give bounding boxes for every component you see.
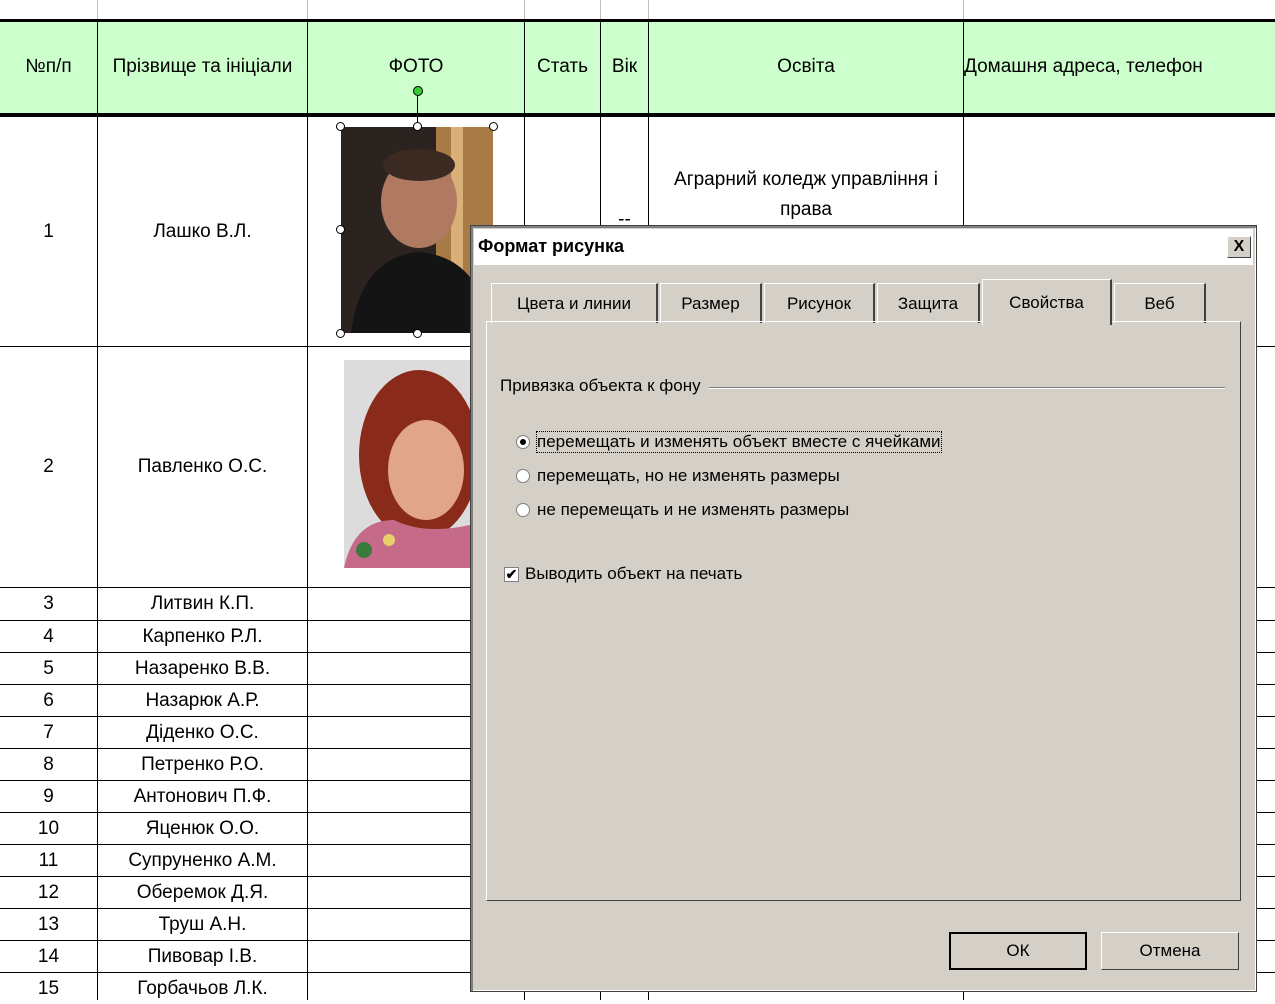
resize-handle[interactable]: [336, 225, 345, 234]
resize-handle[interactable]: [489, 122, 498, 131]
header-age[interactable]: Вік: [601, 20, 648, 114]
cell-num[interactable]: 12: [0, 877, 97, 908]
cell-name[interactable]: Павленко О.С.: [98, 347, 307, 587]
cell-num[interactable]: 15: [0, 973, 97, 1004]
tab-protection[interactable]: Защита: [877, 283, 980, 323]
radio-button[interactable]: [516, 469, 530, 483]
header-num[interactable]: №п/п: [0, 20, 97, 114]
resize-handle[interactable]: [336, 329, 345, 338]
cell-name[interactable]: Пивовар І.В.: [98, 941, 307, 972]
cell-name[interactable]: Литвин К.П.: [98, 588, 307, 620]
radio-button-selected[interactable]: [516, 435, 530, 449]
dialog-titlebar[interactable]: Формат рисунка X: [474, 229, 1253, 265]
resize-handle[interactable]: [413, 122, 422, 131]
header-photo[interactable]: ФОТО: [308, 20, 524, 114]
cell-name[interactable]: Горбачьов Л.К.: [98, 973, 307, 1004]
cell-name[interactable]: Оберемок Д.Я.: [98, 877, 307, 908]
header-name[interactable]: Прізвище та ініціали: [98, 20, 307, 114]
cell-name[interactable]: Супруненко А.М.: [98, 845, 307, 876]
cell-name[interactable]: Карпенко Р.Л.: [98, 621, 307, 652]
radio-label: не перемещать и не изменять размеры: [537, 500, 850, 519]
cell-num[interactable]: 5: [0, 653, 97, 684]
dialog-title: Формат рисунка: [478, 236, 624, 256]
cell-num[interactable]: 7: [0, 717, 97, 748]
cell-num[interactable]: 2: [0, 347, 97, 587]
header-address[interactable]: Домашня адреса, телефон: [964, 20, 1275, 114]
rotate-handle[interactable]: [413, 86, 423, 96]
tab-web[interactable]: Веб: [1114, 283, 1206, 323]
cell-num[interactable]: 8: [0, 749, 97, 780]
header-sex[interactable]: Стать: [525, 20, 600, 114]
header-education[interactable]: Освіта: [649, 20, 963, 114]
cancel-button[interactable]: Отмена: [1101, 932, 1239, 970]
cell-name[interactable]: Антонович П.Ф.: [98, 781, 307, 812]
cell-name[interactable]: Назаренко В.В.: [98, 653, 307, 684]
cell-num[interactable]: 6: [0, 685, 97, 716]
check-icon: ✔: [505, 565, 518, 582]
cell-name[interactable]: Петренко Р.О.: [98, 749, 307, 780]
close-icon: X: [1233, 238, 1245, 255]
tab-panel: [486, 321, 1241, 901]
radio-button[interactable]: [516, 503, 530, 517]
cell-num[interactable]: 11: [0, 845, 97, 876]
radio-label: перемещать и изменять объект вместе с яч…: [536, 431, 942, 453]
cell-num[interactable]: 14: [0, 941, 97, 972]
radio-move-and-size[interactable]: перемещать и изменять объект вместе с яч…: [516, 431, 942, 453]
cell-name[interactable]: Труш А.Н.: [98, 909, 307, 940]
radio-label: перемещать, но не изменять размеры: [537, 466, 840, 485]
format-picture-dialog: Формат рисунка X Цвета и линии Размер Ри…: [470, 225, 1257, 992]
radio-no-move-no-size[interactable]: не перемещать и не изменять размеры: [516, 500, 849, 520]
cell-num[interactable]: 1: [0, 117, 97, 346]
radio-move-no-size[interactable]: перемещать, но не изменять размеры: [516, 466, 840, 486]
cell-num[interactable]: 3: [0, 588, 97, 620]
tab-colors-lines[interactable]: Цвета и линии: [491, 283, 658, 323]
cell-num[interactable]: 13: [0, 909, 97, 940]
checkbox-label: Выводить объект на печать: [525, 564, 743, 583]
cell-name[interactable]: Діденко О.С.: [98, 717, 307, 748]
print-object-checkbox-row[interactable]: ✔ Выводить объект на печать: [504, 564, 742, 584]
cell-num[interactable]: 10: [0, 813, 97, 844]
resize-handle[interactable]: [413, 329, 422, 338]
cell-name[interactable]: Яценюк О.О.: [98, 813, 307, 844]
cell-num[interactable]: 4: [0, 621, 97, 652]
cell-name[interactable]: Лашко В.Л.: [98, 117, 307, 346]
print-object-checkbox[interactable]: ✔: [504, 565, 519, 582]
tab-properties[interactable]: Свойства: [982, 279, 1112, 325]
close-button[interactable]: X: [1227, 236, 1251, 258]
tab-picture[interactable]: Рисунок: [764, 283, 875, 323]
group-label: Привязка объекта к фону: [500, 376, 709, 396]
cell-name[interactable]: Назарюк А.Р.: [98, 685, 307, 716]
photo-pavlenko[interactable]: [344, 360, 470, 568]
tab-size[interactable]: Размер: [660, 283, 762, 323]
resize-handle[interactable]: [336, 122, 345, 131]
photo-pavlenko-image: [344, 360, 470, 568]
cell-num[interactable]: 9: [0, 781, 97, 812]
ok-button[interactable]: ОК: [949, 932, 1087, 970]
